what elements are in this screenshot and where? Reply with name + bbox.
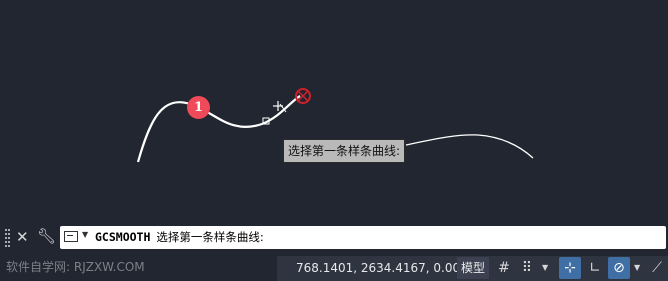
command-input[interactable]: ▼ GCSMOOTH 选择第一条样条曲线: xyxy=(60,226,666,249)
infer-constraints-icon[interactable]: ⊹ xyxy=(559,257,581,279)
watermark-text: 软件自学网: RJZXW.COM xyxy=(6,260,145,274)
selection-tooltip: 选择第一条样条曲线: xyxy=(283,139,406,163)
coordinate-readout[interactable]: 768.1401, 2634.4167, 0.0000 xyxy=(296,258,475,278)
model-button[interactable]: 模型 xyxy=(457,257,489,279)
command-prompt: 选择第一条样条曲线: xyxy=(156,230,264,244)
close-icon[interactable]: ✕ xyxy=(16,228,29,246)
chevron-down-icon[interactable]: ▼ xyxy=(542,263,548,272)
command-text: GCSMOOTH 选择第一条样条曲线: xyxy=(95,226,264,249)
command-prompt-icon[interactable] xyxy=(64,231,78,242)
step-badge: 1 xyxy=(187,96,210,119)
chevron-down-icon[interactable]: ▼ xyxy=(634,263,640,272)
drag-handle[interactable] xyxy=(5,229,10,247)
wrench-icon[interactable]: 🔧︎ xyxy=(37,227,56,245)
object-snap-icon[interactable]: ⟋ xyxy=(646,257,668,279)
grid-icon[interactable]: # xyxy=(493,257,515,279)
snap-icon[interactable]: ⠿ xyxy=(516,257,538,279)
chevron-down-icon[interactable]: ▼ xyxy=(82,230,88,239)
polar-tracking-icon[interactable]: ⊘ xyxy=(608,257,630,279)
second-spline[interactable] xyxy=(405,134,534,159)
command-name: GCSMOOTH xyxy=(95,230,151,244)
drawing-canvas[interactable] xyxy=(0,0,668,222)
ortho-icon[interactable]: ∟ xyxy=(584,257,606,279)
